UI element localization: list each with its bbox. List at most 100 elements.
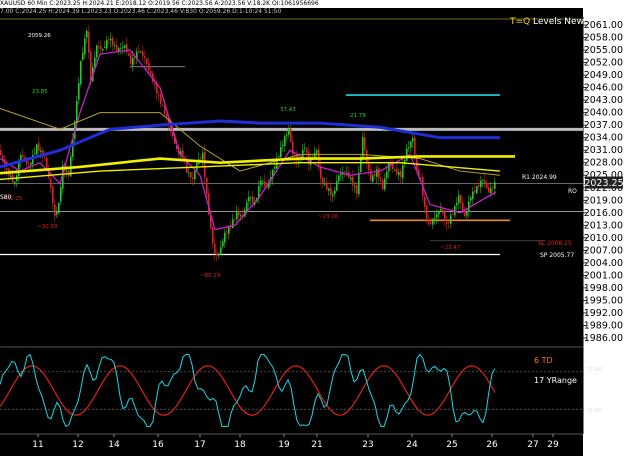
candle-body: [314, 152, 316, 158]
candle-body: [280, 147, 282, 158]
candle-body: [484, 180, 486, 184]
candle-body: [378, 168, 380, 179]
level-label-ro: RO: [568, 188, 577, 195]
candle-body: [238, 210, 240, 216]
price-tick-label: 2013.00: [584, 220, 623, 231]
ma-yellow-thin: [0, 162, 501, 181]
level-label-sl: SL 2008.25: [538, 240, 572, 247]
candle-body: [454, 205, 456, 216]
candle-body: [44, 157, 46, 158]
price-tick-label: 1986.00: [584, 333, 623, 344]
candle-body: [400, 170, 402, 177]
candle-body: [494, 182, 496, 189]
candle-body: [34, 152, 36, 154]
price-tick-label: 2037.00: [584, 120, 623, 131]
candle-body: [482, 180, 484, 182]
candle-body: [192, 177, 194, 179]
price-tick-label: 2016.00: [584, 208, 623, 219]
candle-body: [234, 218, 236, 220]
candle-body: [382, 179, 384, 190]
candle-body: [66, 171, 68, 172]
candle-body: [122, 47, 124, 48]
candle-body: [262, 181, 264, 182]
candle-body: [108, 38, 110, 40]
candle-body: [146, 58, 148, 64]
candle-body: [330, 187, 332, 196]
candle-body: [414, 137, 416, 155]
candle-body: [368, 163, 370, 171]
candle-body: [402, 165, 404, 179]
candle-body: [322, 177, 324, 184]
candle-body: [364, 137, 366, 151]
candle-body: [160, 94, 162, 104]
candle-body: [96, 45, 98, 58]
candle-body: [412, 137, 414, 142]
candle-body: [474, 190, 476, 193]
candle-body: [50, 178, 52, 188]
candle-body: [162, 104, 164, 106]
candle-body: [306, 148, 308, 153]
candle-body: [22, 155, 24, 157]
candle-body: [434, 217, 436, 219]
price-tick-label: 2040.00: [584, 108, 623, 119]
candle-body: [274, 166, 276, 169]
price-tick-label: 2004.00: [584, 258, 623, 269]
candle-body: [338, 175, 340, 182]
candle-body: [398, 172, 400, 176]
date-tick-label: 14: [108, 440, 120, 450]
stoch-value: 24.: [604, 391, 618, 400]
date-tick-label: 16: [152, 440, 164, 450]
candle-body: [52, 186, 54, 204]
candle-body: [116, 44, 118, 52]
candle-body: [140, 51, 142, 53]
price-chart[interactable]: 2061.00 2058.002055.00 2052.002049.00 2046.…: [0, 0, 625, 456]
candle-body: [110, 38, 112, 41]
swing-label: ~80.29: [200, 273, 221, 279]
price-tick-label: 2034.00: [584, 133, 623, 144]
candle-body: [204, 151, 206, 177]
candle-body: [250, 197, 252, 199]
candle-body: [362, 137, 364, 157]
candle-body: [440, 209, 442, 211]
candle-body: [446, 222, 448, 224]
candle-body: [426, 205, 428, 219]
candle-body: [492, 187, 494, 188]
candle-body: [248, 197, 250, 202]
candle-body: [194, 171, 196, 180]
candle-body: [472, 191, 474, 199]
candle-body: [320, 166, 322, 179]
swing-label: 21.79: [350, 113, 366, 119]
candle-body: [130, 54, 132, 65]
price-tick-label: 2043.00: [584, 95, 623, 106]
candle-body: [340, 173, 342, 176]
level-label-sp: SP 2005.77: [540, 252, 575, 259]
candle-body: [220, 247, 222, 255]
candle-body: [372, 175, 374, 182]
candle-body: [124, 45, 126, 48]
candle-body: [240, 214, 242, 216]
candle-body: [88, 31, 90, 53]
candle-body: [138, 50, 140, 52]
candle-body: [80, 61, 82, 85]
candle-body: [286, 134, 288, 136]
candle-body: [462, 203, 464, 211]
candle-body: [10, 175, 12, 178]
candle-body: [86, 30, 88, 38]
candle-body: [260, 180, 262, 186]
candle-body: [490, 188, 492, 194]
candle-body: [228, 226, 230, 234]
candle-body: [100, 46, 102, 50]
candle-body: [144, 56, 146, 58]
candle-body: [452, 214, 454, 215]
price-tick-label: 1992.00: [584, 308, 623, 319]
candle-body: [216, 253, 218, 256]
candle-body: [94, 57, 96, 67]
price-tick-label: 2052.00: [584, 58, 623, 69]
candle-body: [264, 180, 266, 186]
candle-body: [328, 188, 330, 191]
date-tick-label: 23: [362, 440, 373, 450]
title-prefix: T=Q: [510, 17, 531, 27]
swing-label: ~30.93: [37, 224, 58, 230]
candle-body: [212, 227, 214, 244]
candle-body: [428, 219, 430, 224]
